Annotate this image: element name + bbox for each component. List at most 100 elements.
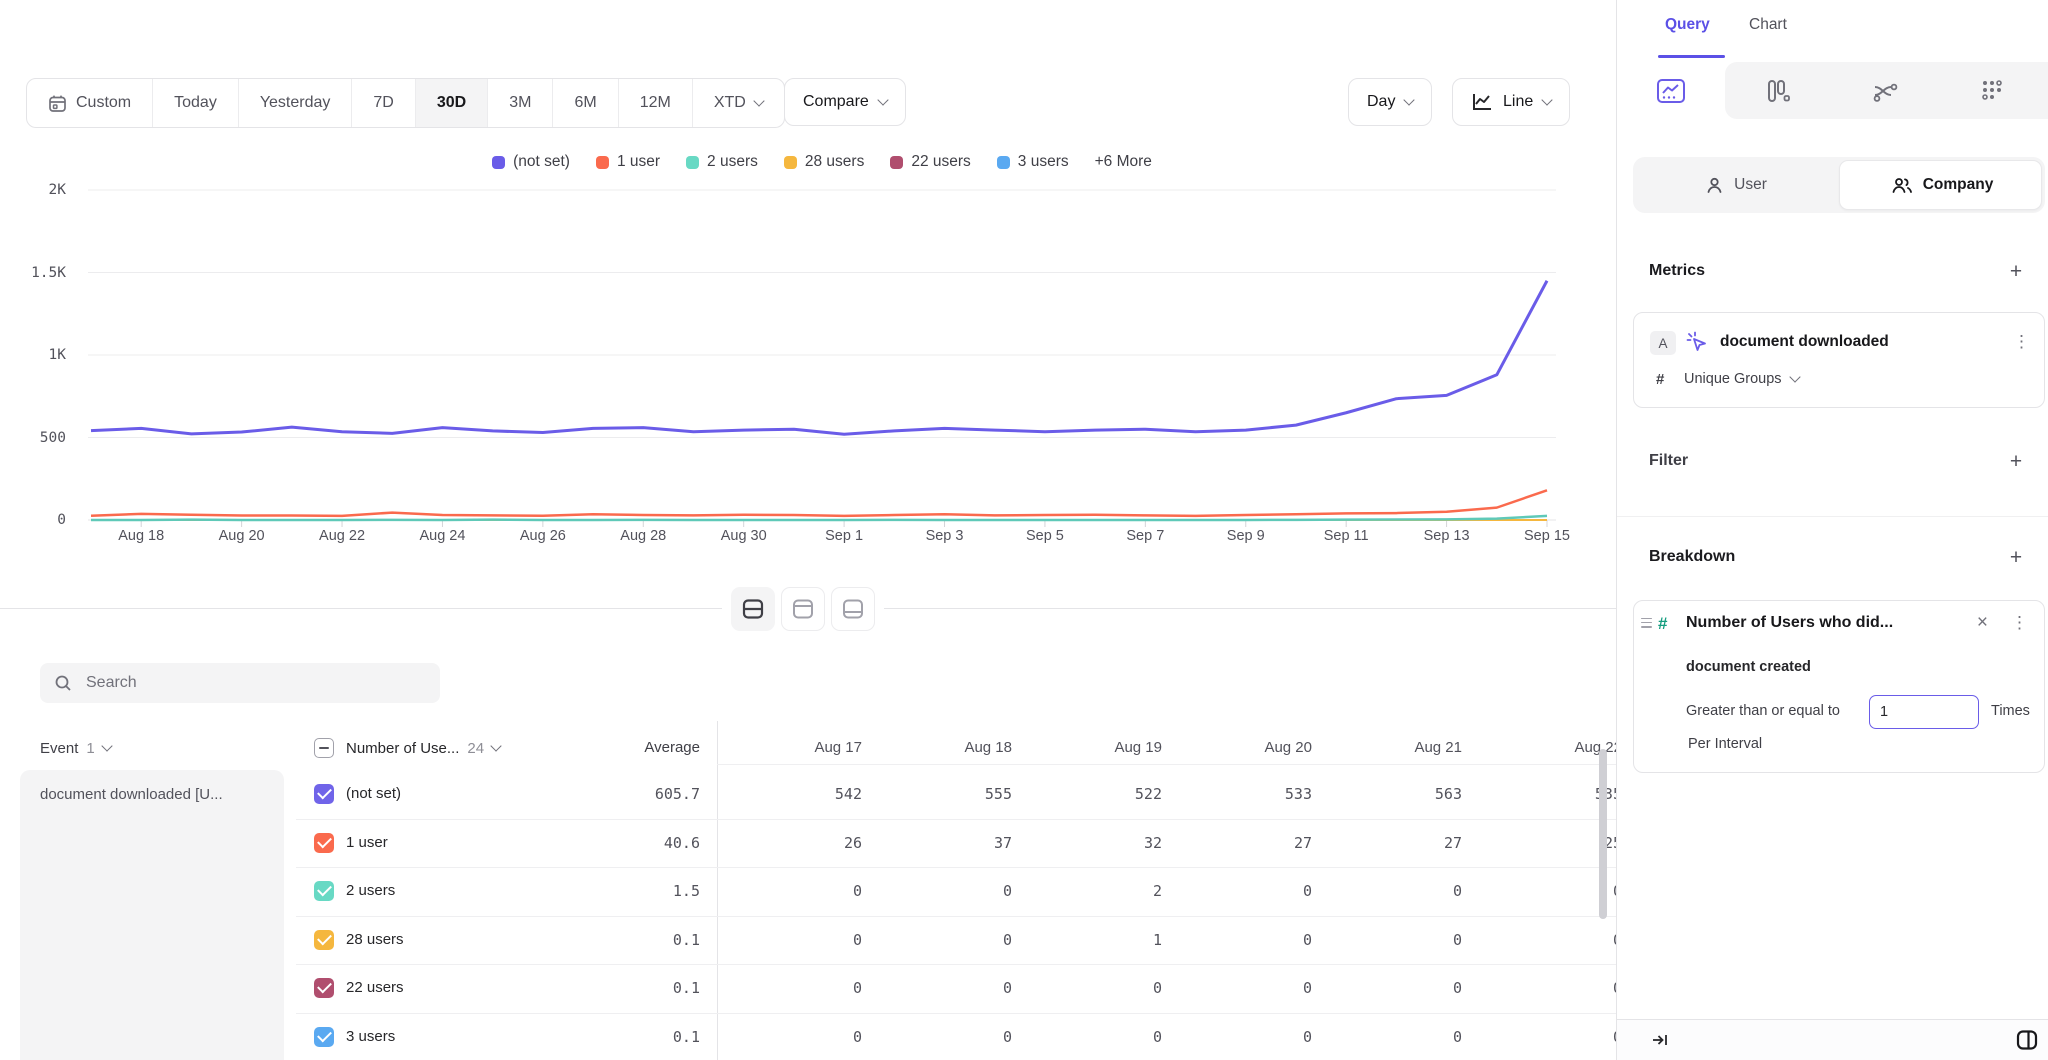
value-cell: 0 [1332,1028,1462,1046]
table-scrollbar[interactable] [1599,749,1607,919]
value-cell: 535 [1492,785,1616,803]
layout-table-only-button[interactable] [831,587,875,631]
row-divider [296,819,1616,820]
series-checkbox[interactable] [314,978,334,998]
date-column-header: Aug 17 [732,739,862,756]
drag-handle-icon[interactable] [1641,615,1652,630]
measure-selector[interactable]: Unique Groups [1684,371,1799,387]
search-box[interactable] [40,663,440,703]
metric-event-name[interactable]: document downloaded [1720,333,1889,351]
x-axis-label: Aug 28 [598,528,688,544]
value-cell: 0 [1332,931,1462,949]
value-cell: 0 [1492,979,1616,997]
group-column-header[interactable]: Number of Use... 24 [346,731,500,765]
breakdown-title[interactable]: Number of Users who did... [1686,614,1893,632]
series-checkbox[interactable] [314,930,334,950]
series-label: (not set) [346,785,401,802]
date-column-header: Aug 19 [1032,739,1162,756]
query-panel: Query Chart [1616,0,2048,1060]
x-axis-label: Sep 13 [1402,528,1492,544]
value-cell: 0 [1492,931,1616,949]
add-metric-button[interactable]: + [2006,260,2026,284]
panel-footer [1617,1019,2048,1060]
series-line [91,281,1547,434]
value-cell: 0 [732,931,862,949]
metric-kebab-icon[interactable]: ⋮ [2013,333,2030,350]
chart-type-grid-button[interactable] [1938,62,2045,119]
event-column-header[interactable]: Event 1 [40,731,111,765]
scope-segmented-control: User Company [1633,157,2045,213]
row-divider [296,916,1616,917]
chart-type-bar-button[interactable] [1724,62,1831,119]
event-col-count: 1 [86,740,94,757]
collapse-panel-icon[interactable] [1651,1031,1669,1054]
average-cell: 0.1 [580,931,700,949]
value-cell: 1 [1032,931,1162,949]
series-checkbox[interactable] [314,784,334,804]
x-axis-label: Sep 7 [1100,528,1190,544]
line-chart: 05001K1.5K2KAug 18Aug 20Aug 22Aug 24Aug … [0,0,1616,560]
add-breakdown-button[interactable]: + [2006,546,2026,570]
series-label: 2 users [346,882,395,899]
breakdown-heading: Breakdown [1649,548,1735,566]
breakdown-value-input[interactable] [1869,695,1979,729]
add-filter-button[interactable]: + [2006,450,2026,474]
value-cell: 27 [1332,834,1462,852]
chart-svg [0,0,1616,560]
breakdown-unit: Times [1991,703,2030,719]
average-cell: 0.1 [580,979,700,997]
average-column-header: Average [580,739,700,756]
x-axis-label: Sep 9 [1201,528,1291,544]
y-axis-label: 1.5K [6,265,66,281]
value-cell: 0 [732,1028,862,1046]
x-axis-label: Aug 20 [197,528,287,544]
value-cell: 563 [1332,785,1462,803]
row-divider [296,964,1616,965]
value-cell: 0 [732,882,862,900]
value-cell: 522 [1032,785,1162,803]
series-checkbox[interactable] [314,1027,334,1047]
breakdown-condition[interactable]: Greater than or equal to [1686,703,1840,719]
tab-query[interactable]: Query [1665,16,1710,34]
event-cell[interactable]: document downloaded [U... [20,770,284,1060]
tab-chart[interactable]: Chart [1749,16,1787,34]
event-name: document downloaded [U... [20,770,284,803]
active-tab-underline [1658,55,1725,58]
scope-user-button[interactable]: User [1633,157,1839,213]
x-axis-label: Sep 15 [1502,528,1592,544]
series-label: 28 users [346,931,404,948]
date-column-header: Aug 18 [882,739,1012,756]
series-checkbox[interactable] [314,881,334,901]
series-checkbox[interactable] [314,833,334,853]
layout-chart-only-button[interactable] [781,587,825,631]
group-col-label: Number of Use... [346,740,459,757]
value-cell: 0 [1182,882,1312,900]
value-cell: 0 [1332,979,1462,997]
chevron-down-icon [101,740,112,751]
event-col-label: Event [40,740,78,757]
close-icon[interactable]: × [1977,612,1988,634]
search-input[interactable] [84,673,418,693]
series-label: 3 users [346,1028,395,1045]
layout-split-button[interactable] [731,587,775,631]
date-column-header: Aug 21 [1332,739,1462,756]
x-axis-label: Aug 24 [397,528,487,544]
metric-card[interactable]: A document downloaded ⋮ # Unique Groups [1633,312,2045,408]
scope-company-button[interactable]: Company [1839,157,2045,213]
x-axis-label: Sep 1 [799,528,889,544]
side-panel-toggle-icon[interactable] [2016,1029,2038,1056]
breakdown-kebab-icon[interactable]: ⋮ [2011,614,2028,631]
filter-heading: Filter [1649,452,1688,470]
select-all-checkbox[interactable] [314,738,334,758]
breakdown-card[interactable]: # Number of Users who did... × ⋮ documen… [1633,600,2045,773]
value-cell: 32 [1032,834,1162,852]
chart-type-flow-button[interactable] [1831,62,1938,119]
value-cell: 0 [1182,931,1312,949]
value-cell: 542 [732,785,862,803]
breakdown-event[interactable]: document created [1686,659,1811,675]
column-divider [717,721,718,1060]
value-cell: 0 [882,882,1012,900]
series-label: 1 user [346,834,388,851]
chart-type-line-button[interactable] [1617,62,1724,119]
breakdown-per-interval[interactable]: Per Interval [1688,736,1762,752]
